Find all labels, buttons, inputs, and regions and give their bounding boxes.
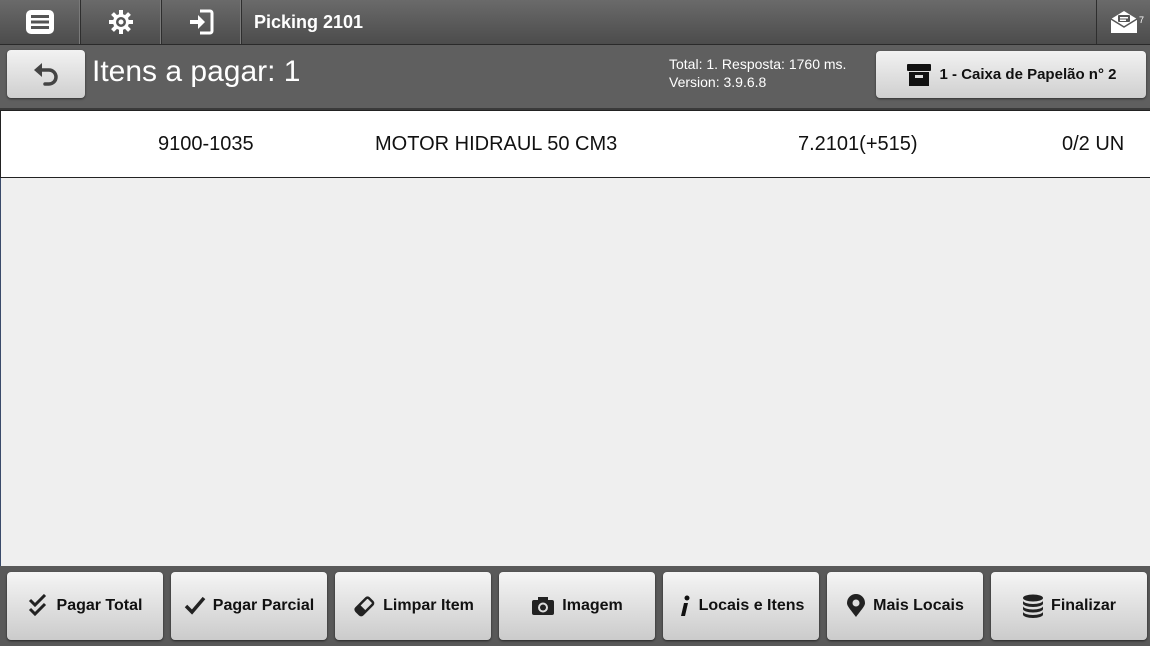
archive-box-icon — [906, 62, 932, 88]
finalizar-label: Finalizar — [1051, 597, 1116, 614]
menu-icon — [26, 10, 54, 34]
top-bar: Picking 2101 7 — [0, 0, 1150, 45]
sub-header: Itens a pagar: 1 Total: 1. Resposta: 176… — [0, 45, 1150, 110]
settings-button[interactable] — [81, 0, 162, 44]
gear-icon — [108, 9, 134, 35]
login-button[interactable] — [161, 0, 242, 44]
eraser-icon — [352, 594, 376, 618]
locais-itens-label: Locais e Itens — [698, 597, 805, 614]
item-quantity: 0/2 UN — [1062, 133, 1125, 155]
item-location: 7.2101(+515) — [798, 133, 918, 155]
menu-button[interactable] — [0, 0, 81, 44]
response-time-text: Total: 1. Resposta: 1760 ms. — [669, 56, 847, 72]
login-icon — [188, 9, 214, 35]
box-label: 1 - Caixa de Papelão n° 2 — [939, 66, 1117, 83]
info-icon — [678, 595, 692, 617]
limpar-item-button[interactable]: Limpar Item — [335, 572, 491, 640]
check-icon — [184, 596, 206, 616]
pagar-parcial-label: Pagar Parcial — [212, 597, 315, 614]
locais-itens-button[interactable]: Locais e Itens — [663, 572, 819, 640]
finalizar-button[interactable]: Finalizar — [991, 572, 1147, 640]
box-select-button[interactable]: 1 - Caixa de Papelão n° 2 — [876, 51, 1146, 98]
imagem-label: Imagem — [562, 597, 623, 614]
limpar-item-label: Limpar Item — [383, 597, 474, 614]
double-check-icon — [28, 594, 50, 618]
pagar-total-button[interactable]: Pagar Total — [7, 572, 163, 640]
database-icon — [1022, 594, 1044, 618]
imagem-button[interactable]: Imagem — [499, 572, 655, 640]
camera-icon — [531, 596, 555, 616]
version-text: Version: 3.9.6.8 — [669, 74, 767, 90]
pagar-parcial-button[interactable]: Pagar Parcial — [171, 572, 327, 640]
mail-icon — [1110, 10, 1138, 34]
response-info: Total: 1. Resposta: 1760 ms. Version: 3.… — [669, 55, 846, 91]
map-pin-icon — [846, 594, 866, 618]
content-divider — [0, 178, 1, 566]
item-description: MOTOR HIDRAUL 50 CM3 — [375, 133, 618, 155]
messages-button[interactable]: 7 — [1096, 0, 1150, 44]
back-button[interactable] — [7, 50, 85, 98]
mail-count-badge: 7 — [1138, 15, 1144, 25]
items-to-pay-title: Itens a pagar: 1 — [92, 55, 301, 88]
action-toolbar: Pagar Total Pagar Parcial Limpar Item Im… — [0, 566, 1150, 646]
mais-locais-label: Mais Locais — [873, 597, 964, 614]
pagar-total-label: Pagar Total — [56, 597, 143, 614]
undo-arrow-icon — [33, 60, 59, 88]
mais-locais-button[interactable]: Mais Locais — [827, 572, 983, 640]
app-title: Picking 2101 — [254, 12, 364, 32]
item-code: 9100-1035 — [158, 133, 254, 155]
list-item[interactable]: 9100-1035 MOTOR HIDRAUL 50 CM3 7.2101(+5… — [0, 110, 1150, 178]
